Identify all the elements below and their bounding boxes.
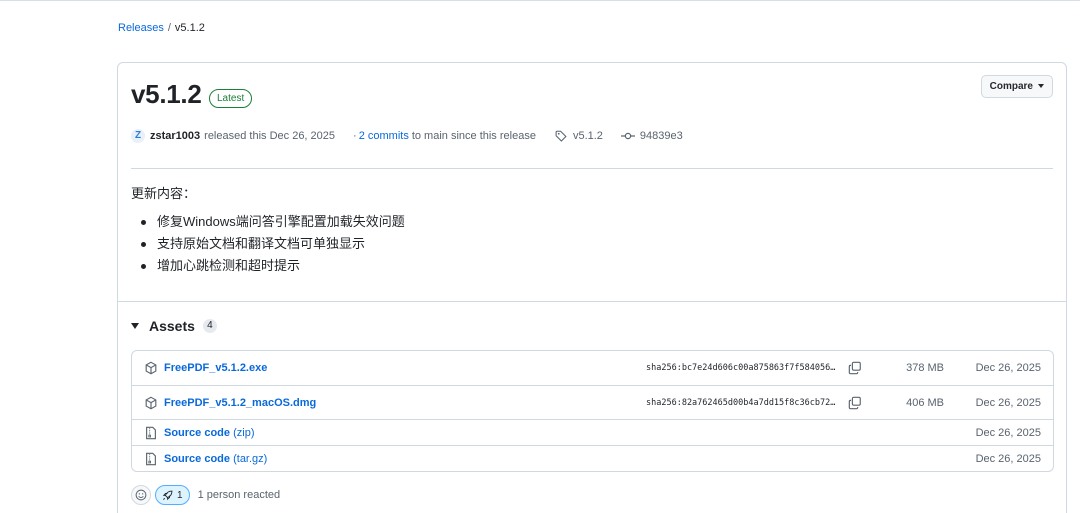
asset-ext: (tar.gz) — [233, 453, 268, 465]
asset-date: Dec 26, 2025 — [975, 427, 1041, 439]
chevron-down-icon — [1038, 84, 1044, 89]
rocket-icon — [162, 490, 173, 500]
released-date: released this Dec 26, 2025 — [204, 130, 336, 142]
commits-dot: · — [353, 130, 357, 142]
list-item: 修复Windows端问答引擎配置加载失效问题 — [131, 211, 405, 233]
source-code-targz-link[interactable]: Source code (tar.gz) — [164, 453, 267, 465]
asset-date: Dec 26, 2025 — [975, 362, 1041, 374]
commits-link[interactable]: 2 commits — [359, 130, 409, 142]
tag-link[interactable]: v5.1.2 — [573, 130, 603, 142]
list-item: 支持原始文档和翻译文档可单独显示 — [131, 233, 405, 255]
reactions-bar: 1 1 person reacted — [131, 485, 280, 505]
asset-download-link[interactable]: FreePDF_v5.1.2.exe — [164, 362, 267, 374]
latest-badge: Latest — [209, 89, 253, 108]
list-item: 增加心跳检测和超时提示 — [131, 255, 405, 277]
asset-sha256: sha256:82a762465d00b4a7dd15f8c36cb72… — [646, 398, 836, 408]
asset-date: Dec 26, 2025 — [975, 453, 1041, 465]
divider — [118, 301, 1066, 302]
assets-list: FreePDF_v5.1.2.exe sha256:bc7e24d606c00a… — [131, 350, 1054, 472]
commit-icon — [620, 129, 635, 143]
asset-ext: (zip) — [233, 427, 255, 439]
release-meta: Z zstar1003 released this Dec 26, 2025 ·… — [131, 127, 683, 145]
notes-heading: 更新内容： — [131, 186, 197, 201]
top-border — [0, 0, 1080, 1]
breadcrumb-separator: / — [167, 22, 171, 34]
file-zip-icon — [144, 426, 158, 440]
release-notes-list: 修复Windows端问答引擎配置加载失效问题 支持原始文档和翻译文档可单独显示 … — [131, 211, 405, 277]
source-code-zip-link[interactable]: Source code (zip) — [164, 427, 254, 439]
rocket-reaction-button[interactable]: 1 — [155, 485, 190, 505]
asset-download-link[interactable]: FreePDF_v5.1.2_macOS.dmg — [164, 397, 316, 409]
tag-icon — [554, 129, 568, 143]
copy-icon[interactable] — [848, 361, 862, 375]
package-icon — [144, 396, 158, 410]
breadcrumb-releases-link[interactable]: Releases — [118, 22, 164, 34]
assets-label: Assets — [149, 318, 195, 334]
compare-button[interactable]: Compare — [980, 75, 1053, 98]
release-title[interactable]: v5.1.2 — [131, 79, 202, 110]
avatar[interactable]: Z — [131, 129, 145, 143]
asset-row: FreePDF_v5.1.2.exe sha256:bc7e24d606c00a… — [132, 351, 1053, 385]
commit-hash-link[interactable]: 94839e3 — [640, 130, 683, 142]
asset-name: Source code — [164, 427, 231, 439]
reactions-summary: 1 person reacted — [197, 489, 281, 501]
copy-icon[interactable] — [848, 396, 862, 410]
release-card: v5.1.2 Latest Compare Z zstar1003 releas… — [117, 62, 1067, 513]
asset-sha256: sha256:bc7e24d606c00a875863f7f584056… — [646, 363, 836, 373]
package-icon — [144, 361, 158, 375]
file-zip-icon — [144, 452, 158, 466]
assets-count-badge: 4 — [202, 319, 217, 333]
asset-size: 406 MB — [906, 397, 944, 409]
commits-text: to main since this release — [411, 130, 536, 142]
asset-row: FreePDF_v5.1.2_macOS.dmg sha256:82a76246… — [132, 385, 1053, 419]
asset-size: 378 MB — [906, 362, 944, 374]
breadcrumb-current: v5.1.2 — [174, 22, 205, 34]
asset-date: Dec 26, 2025 — [975, 397, 1041, 409]
breadcrumb: Releases / v5.1.2 — [118, 22, 205, 34]
rocket-count: 1 — [177, 489, 183, 501]
divider — [131, 168, 1053, 169]
assets-toggle[interactable]: Assets 4 — [131, 318, 217, 334]
triangle-down-icon — [131, 323, 139, 329]
asset-row: Source code (zip) Dec 26, 2025 — [132, 419, 1053, 445]
asset-row: Source code (tar.gz) Dec 26, 2025 — [132, 445, 1053, 471]
asset-name: Source code — [164, 453, 231, 465]
add-reaction-button[interactable] — [131, 485, 151, 505]
compare-label: Compare — [989, 81, 1033, 92]
author-link[interactable]: zstar1003 — [150, 130, 200, 142]
smiley-icon — [135, 489, 147, 501]
